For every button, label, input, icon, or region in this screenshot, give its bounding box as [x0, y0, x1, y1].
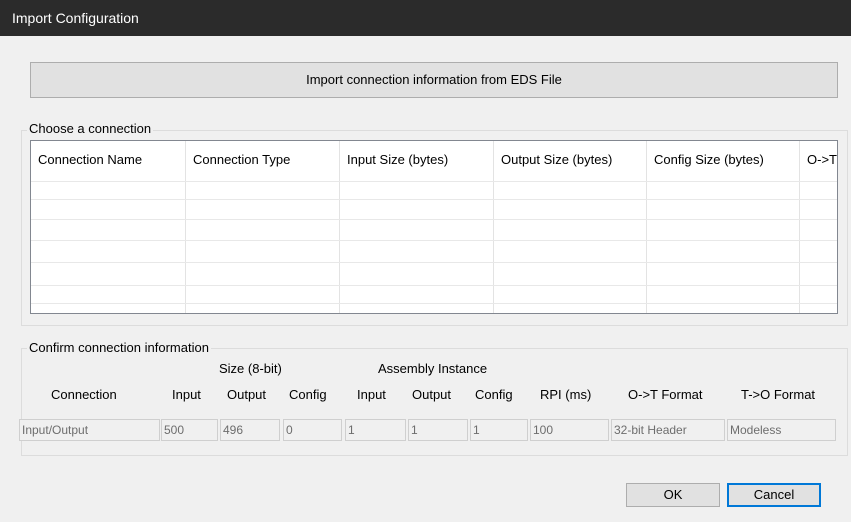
column-header-input-size[interactable]: Input Size (bytes) — [347, 152, 448, 167]
import-eds-button[interactable]: Import connection information from EDS F… — [30, 62, 838, 98]
rpi-field[interactable]: 100 — [530, 419, 609, 441]
confirm-connection-label: Confirm connection information — [27, 340, 211, 355]
table-row — [31, 199, 837, 200]
label-t-to-o-format: T->O Format — [741, 387, 816, 402]
assembly-input-field[interactable]: 1 — [345, 419, 406, 441]
table-row — [31, 285, 837, 286]
table-row — [31, 240, 837, 241]
ok-button[interactable]: OK — [626, 483, 720, 507]
table-row — [31, 181, 837, 182]
column-header-o-to-t[interactable]: O->T — [807, 152, 837, 167]
label-rpi: RPI (ms) — [540, 387, 592, 402]
size-8bit-header: Size (8-bit) — [219, 361, 282, 376]
size-config-field[interactable]: 0 — [283, 419, 342, 441]
column-divider — [799, 141, 800, 313]
label-o-to-t-format: O->T Format — [628, 387, 703, 402]
size-input-field[interactable]: 500 — [161, 419, 218, 441]
window-title: Import Configuration — [12, 10, 139, 26]
label-assembly-input: Input — [357, 387, 386, 402]
t-to-o-format-field[interactable]: Modeless — [727, 419, 836, 441]
o-to-t-format-field[interactable]: 32-bit Header — [611, 419, 725, 441]
assembly-output-field[interactable]: 1 — [408, 419, 468, 441]
column-header-connection-name[interactable]: Connection Name — [38, 152, 142, 167]
size-output-field[interactable]: 496 — [220, 419, 280, 441]
label-assembly-config: Config — [475, 387, 513, 402]
table-row — [31, 303, 837, 304]
assembly-instance-header: Assembly Instance — [378, 361, 488, 376]
column-divider — [185, 141, 186, 313]
window-frame — [0, 36, 8, 522]
label-connection: Connection — [51, 387, 117, 402]
column-divider — [493, 141, 494, 313]
table-row — [31, 262, 837, 263]
label-size-config: Config — [289, 387, 327, 402]
connection-field[interactable]: Input/Output — [19, 419, 160, 441]
label-assembly-output: Output — [412, 387, 452, 402]
connections-grid[interactable]: Connection Name Connection Type Input Si… — [30, 140, 838, 314]
column-divider — [339, 141, 340, 313]
label-size-output: Output — [227, 387, 267, 402]
table-row — [31, 219, 837, 220]
column-header-output-size[interactable]: Output Size (bytes) — [501, 152, 612, 167]
column-header-config-size[interactable]: Config Size (bytes) — [654, 152, 764, 167]
choose-connection-label: Choose a connection — [27, 121, 154, 136]
column-divider — [646, 141, 647, 313]
title-bar: Import Configuration — [0, 0, 851, 36]
cancel-button[interactable]: Cancel — [727, 483, 821, 507]
column-header-connection-type[interactable]: Connection Type — [193, 152, 290, 167]
assembly-config-field[interactable]: 1 — [470, 419, 528, 441]
label-size-input: Input — [172, 387, 201, 402]
